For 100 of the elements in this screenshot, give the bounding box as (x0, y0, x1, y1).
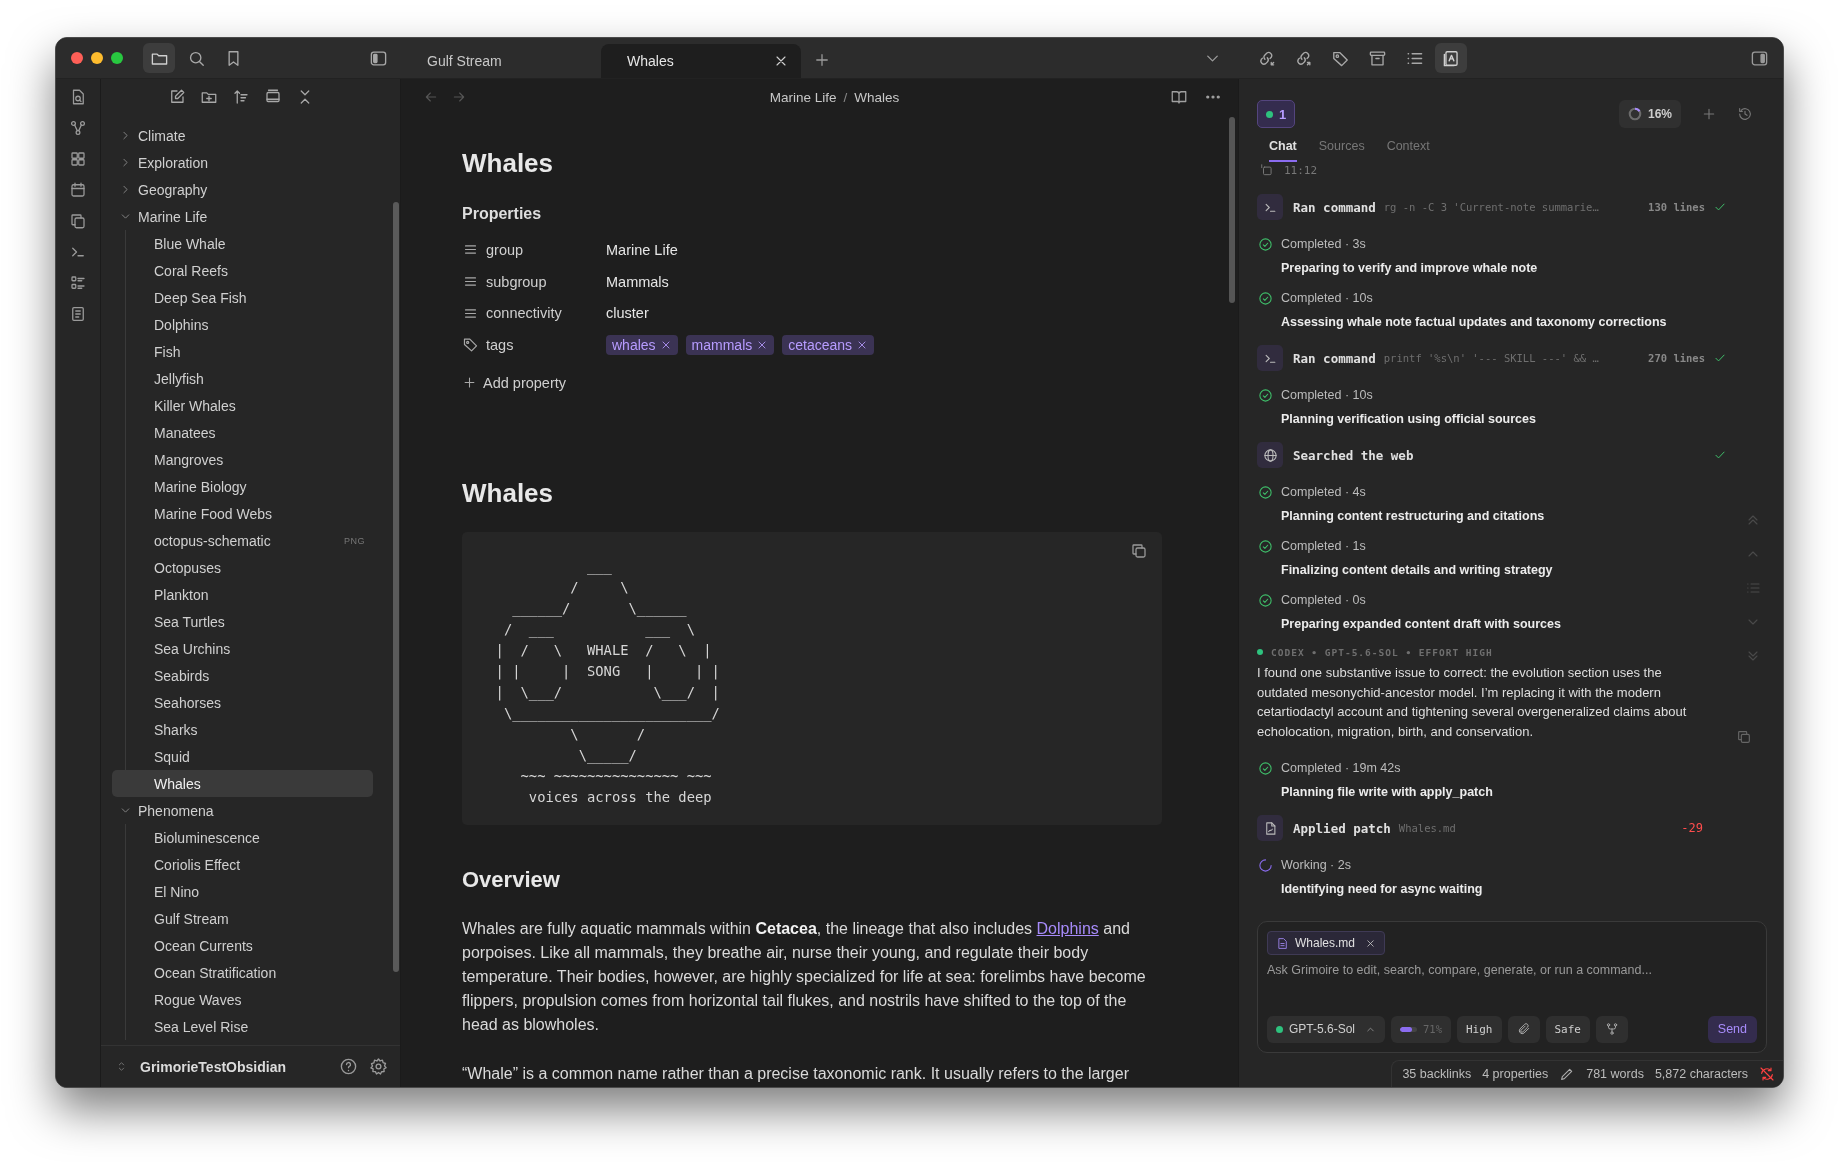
add-property-button[interactable]: Add property (462, 366, 572, 399)
tree-item[interactable]: Octopuses (112, 554, 373, 581)
property-value[interactable]: Marine Life (606, 241, 678, 258)
tree-item[interactable]: Marine Biology (112, 473, 373, 500)
breadcrumb[interactable]: Marine Life (769, 89, 837, 105)
send-button[interactable]: Send (1707, 1015, 1757, 1043)
scrollbar-thumb[interactable] (1229, 117, 1235, 303)
list-icon[interactable] (69, 274, 87, 292)
backlink-count[interactable]: 35 backlinks (1402, 1067, 1472, 1081)
tab[interactable]: Chat (1269, 139, 1297, 162)
tree-item[interactable]: Plankton (112, 581, 373, 608)
copy-icon[interactable] (1736, 729, 1752, 745)
files-tab[interactable] (143, 43, 175, 73)
tree-folder[interactable]: Climate (112, 122, 373, 149)
tag-chip[interactable]: cetaceans (782, 334, 875, 355)
sidebar-toggle-icon[interactable] (369, 48, 388, 68)
tree-item[interactable]: Deep Sea Fish (112, 284, 373, 311)
tree-item[interactable]: Whales (112, 770, 373, 797)
tag-chip[interactable]: mammals (685, 334, 775, 355)
settings-icon[interactable] (369, 1057, 388, 1076)
check-circle-icon (1258, 290, 1273, 306)
panel-tab[interactable] (1435, 43, 1467, 73)
pages-icon[interactable] (69, 212, 87, 230)
grid-icon[interactable] (69, 150, 87, 168)
line-count: 130 lines (1648, 201, 1705, 213)
property-value[interactable]: cluster (606, 305, 649, 322)
mode-button[interactable]: Safe (1545, 1015, 1590, 1043)
tree-item[interactable]: Jellyfish (112, 365, 373, 392)
tree-item[interactable]: Sea Turtles (112, 608, 373, 635)
vault-name[interactable]: GrimorieTestObsidian (140, 1058, 286, 1075)
tree-item[interactable]: Sea Level Rise (112, 1013, 373, 1040)
file-icon (1276, 936, 1289, 950)
tool-detail: Whales.md (1398, 822, 1456, 834)
session-badge[interactable]: 1 (1257, 100, 1296, 128)
history-icon[interactable] (1737, 106, 1753, 122)
tab[interactable]: Whales (601, 44, 801, 78)
attachment-chip[interactable]: Whales.md (1267, 931, 1386, 955)
properties-heading: Properties (462, 204, 543, 224)
tree-item[interactable]: Squid (112, 743, 373, 770)
tag-chip[interactable]: whales (606, 334, 678, 355)
property-value[interactable]: Mammals (606, 273, 669, 290)
tree-item[interactable]: Bioluminescence (112, 824, 373, 851)
branch-button[interactable] (1596, 1015, 1628, 1043)
tree-item[interactable]: Sea Urchins (112, 635, 373, 662)
step-title: Preparing expanded content draft with sources (1280, 616, 1562, 633)
calendar-icon[interactable] (69, 181, 87, 199)
tree-folder[interactable]: Marine Life (112, 203, 373, 230)
tab[interactable]: Gulf Stream (401, 44, 601, 78)
tree-item[interactable]: Gulf Stream (112, 905, 373, 932)
tree-item[interactable]: Coral Reefs (112, 257, 373, 284)
property-name: subgroup (486, 273, 548, 290)
copy-icon[interactable] (1130, 541, 1148, 560)
tree-item[interactable]: Marine Food Webs (112, 500, 373, 527)
tree-item[interactable]: octopus-schematic PNG (112, 527, 373, 554)
sync-off-icon[interactable] (1759, 1066, 1775, 1082)
tree-folder[interactable]: Phenomena (112, 797, 373, 824)
message-input[interactable]: Ask Grimoire to edit, search, compare, generate, or run a command... (1267, 955, 1757, 1015)
attach-button[interactable] (1507, 1015, 1540, 1043)
message-icon (1260, 163, 1274, 177)
code-text: ___ / \ ______/ \______ / ___ ___ \ | / \ WHALE / \ | | | | SONG | | | | \___/ \___/ | \________________________/ \ / \_____/ ~~~ ~~~~~~~~~~~~~~~ ~~~ voices across the deep (494, 556, 720, 807)
tree-item[interactable]: Manatees (112, 419, 373, 446)
step-status: Working · 2s (1281, 858, 1351, 872)
tree-folder[interactable]: Exploration (112, 149, 373, 176)
window-controls[interactable] (71, 52, 123, 64)
step-title: Planning verification using official sources (1280, 411, 1537, 428)
tree-item[interactable]: Ocean Stratification (112, 959, 373, 986)
tree-item[interactable]: Coriolis Effect (112, 851, 373, 878)
tree-item[interactable]: Rogue Waves (112, 986, 373, 1013)
line-delta: -29 (1681, 821, 1703, 835)
tree-item[interactable]: El Nino (112, 878, 373, 905)
breadcrumb[interactable]: Whales (854, 89, 900, 105)
tree-item[interactable]: Seabirds (112, 662, 373, 689)
tree-item[interactable]: Fish (112, 338, 373, 365)
tree-item[interactable]: Blue Whale (112, 230, 373, 257)
reading-view-icon[interactable] (1170, 88, 1188, 106)
tree-item[interactable]: Mangroves (112, 446, 373, 473)
model-selector[interactable]: GPT-5.6-Sol (1267, 1015, 1386, 1043)
usage-badge[interactable]: 16% (1618, 100, 1681, 128)
effort-button[interactable]: High (1457, 1015, 1502, 1043)
tool-detail: printf '%s\n' '--- SKILL ---' && … (1383, 352, 1599, 364)
tree-item[interactable]: Seahorses (112, 689, 373, 716)
status-dot (1276, 1025, 1283, 1033)
document-icon[interactable] (69, 305, 87, 323)
fork-icon (1605, 1022, 1619, 1036)
graph-icon[interactable] (69, 119, 87, 137)
tree-item[interactable]: Sharks (112, 716, 373, 743)
sort-icon[interactable] (231, 88, 250, 106)
new-tab-icon[interactable] (813, 51, 831, 69)
link[interactable]: Dolphins (1036, 919, 1099, 937)
tree-item[interactable]: Ocean Currents (112, 932, 373, 959)
tree-folder[interactable]: Geography (112, 176, 373, 203)
tree-item[interactable]: Killer Whales (112, 392, 373, 419)
scrollbar-thumb[interactable] (393, 202, 399, 972)
sidebar-toggle-icon[interactable] (1750, 48, 1769, 68)
remove-icon[interactable] (1365, 937, 1377, 949)
line-count: 270 lines (1648, 352, 1705, 364)
tree-item[interactable]: Dolphins (112, 311, 373, 338)
help-icon[interactable] (339, 1057, 358, 1076)
character-count: 5,872 characters (1654, 1067, 1748, 1081)
check-circle-icon (1258, 484, 1273, 500)
